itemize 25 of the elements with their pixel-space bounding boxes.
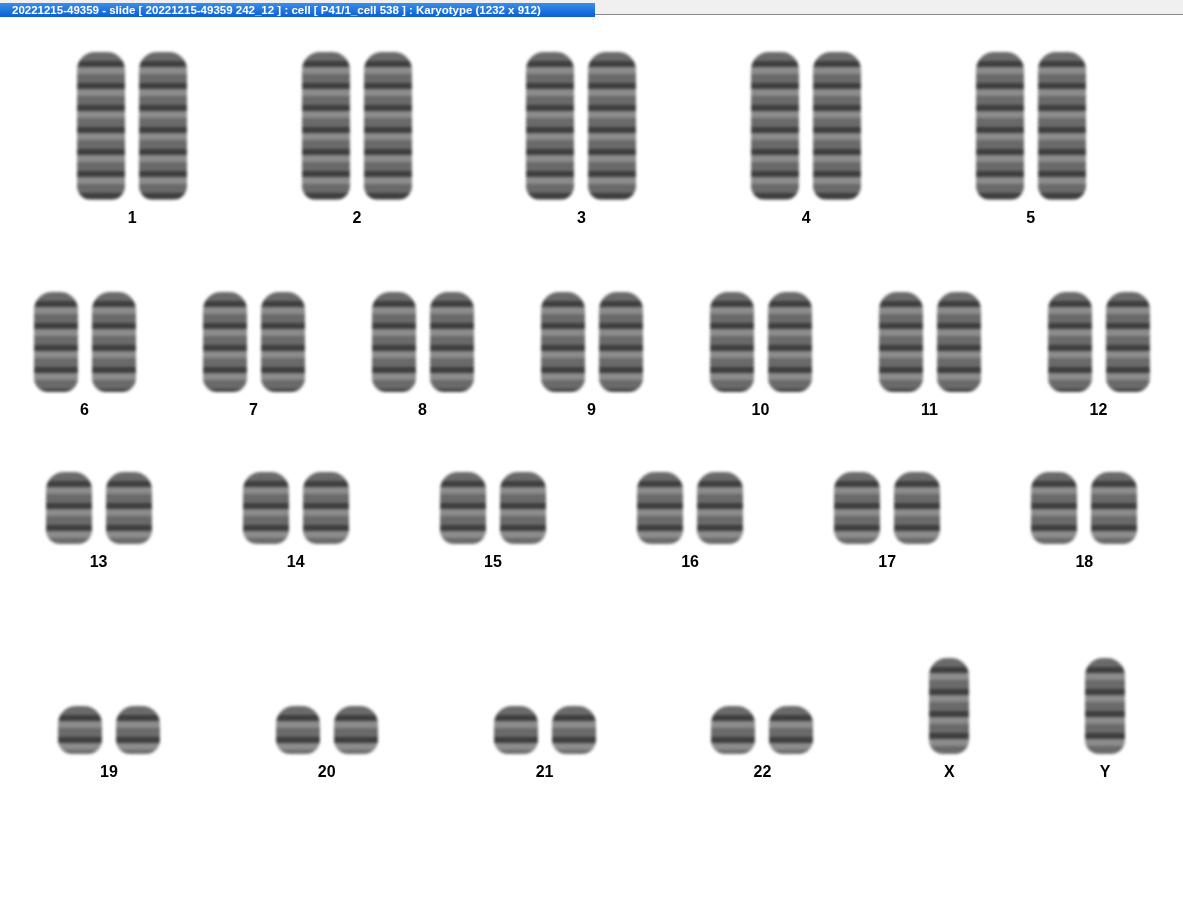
chromosome-label: 11 xyxy=(921,401,938,419)
chromosome-label: 22 xyxy=(753,763,772,781)
window-title: 20221215-49359 - slide [ 20221215-49359 242_12 ] : cell [ P41/1_cell 538 ] : Karyotype (1232 x 912) xyxy=(0,3,595,17)
chromosome-label: 5 xyxy=(1026,209,1036,227)
chromosome-label: 16 xyxy=(681,553,699,571)
chromosome-label: X xyxy=(943,763,955,781)
chromosome-label: 12 xyxy=(1089,401,1108,419)
chromosome-label: Y xyxy=(1099,763,1111,781)
chromosome-label: 10 xyxy=(751,401,770,419)
chromosome-label: 2 xyxy=(352,209,362,227)
chromosome-label: 13 xyxy=(89,553,108,571)
chromosome-label: 3 xyxy=(577,209,586,227)
chromosome-label: 15 xyxy=(484,553,502,571)
chromosome-label: 9 xyxy=(587,401,596,419)
chromosome-label: 6 xyxy=(80,401,89,419)
chromosome-label: 17 xyxy=(878,553,897,571)
chromosome-label: 4 xyxy=(801,209,811,227)
chromosome-label: 18 xyxy=(1075,553,1094,571)
chromosome-label: 14 xyxy=(286,553,305,571)
chromosome-label: 7 xyxy=(249,401,258,419)
chromosome-label: 1 xyxy=(127,209,137,227)
chromosome-label: 8 xyxy=(418,401,427,419)
chromosome-label: 21 xyxy=(535,763,554,781)
chromosome-label: 19 xyxy=(100,763,118,781)
chromosome-label: 20 xyxy=(317,763,336,781)
